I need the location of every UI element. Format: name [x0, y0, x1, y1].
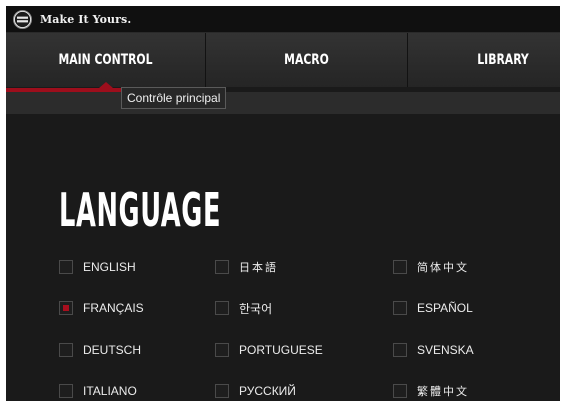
checkbox-espanol[interactable]	[393, 301, 407, 315]
sub-header-bar	[6, 92, 560, 114]
app-title: Make It Yours.	[40, 12, 132, 26]
checkbox-simplified-chinese[interactable]	[393, 260, 407, 274]
language-option-russian[interactable]: РУССКИЙ	[215, 382, 296, 400]
checkbox-italiano[interactable]	[59, 384, 73, 398]
logo-mark	[14, 11, 31, 27]
language-label: SVENSKA	[417, 343, 474, 357]
checkbox-deutsch[interactable]	[59, 343, 73, 357]
checkbox-francais[interactable]	[59, 301, 73, 315]
language-label: 한국어	[239, 301, 273, 316]
language-label: ENGLISH	[83, 260, 136, 274]
title-bar: Make It Yours.	[6, 6, 560, 33]
language-heading: LANGUAGE	[59, 183, 222, 237]
language-label: ITALIANO	[83, 384, 137, 398]
language-label: 简体中文	[417, 262, 469, 274]
checkbox-english[interactable]	[59, 260, 73, 274]
checkbox-svenska[interactable]	[393, 343, 407, 357]
language-option-francais[interactable]: FRANÇAIS	[59, 299, 144, 317]
app-window: Make It Yours. MAIN CONTROL MACRO LIBRAR…	[6, 6, 560, 401]
language-option-traditional-chinese[interactable]: 繁體中文	[393, 382, 469, 400]
language-option-korean[interactable]: 한국어	[215, 299, 272, 317]
tab-library-label: LIBRARY	[477, 52, 529, 68]
language-option-espanol[interactable]: ESPAÑOL	[393, 299, 473, 317]
checkbox-japanese[interactable]	[215, 260, 229, 274]
cooler-master-logo-icon	[13, 9, 32, 29]
language-option-english[interactable]: ENGLISH	[59, 258, 136, 276]
language-label: 日本語	[239, 262, 278, 274]
language-option-portuguese[interactable]: PORTUGUESE	[215, 341, 323, 359]
language-label: 繁體中文	[417, 386, 469, 398]
language-option-italiano[interactable]: ITALIANO	[59, 382, 137, 400]
checkbox-korean[interactable]	[215, 301, 229, 315]
language-label: FRANÇAIS	[83, 301, 144, 315]
language-option-deutsch[interactable]: DEUTSCH	[59, 341, 141, 359]
language-label: PORTUGUESE	[239, 343, 323, 357]
checkbox-portuguese[interactable]	[215, 343, 229, 357]
language-label: DEUTSCH	[83, 343, 142, 357]
tab-macro-label: MACRO	[284, 52, 329, 68]
tab-macro[interactable]: MACRO	[206, 33, 408, 87]
checkbox-traditional-chinese[interactable]	[393, 384, 407, 398]
language-label: ESPAÑOL	[417, 301, 473, 315]
checkbox-russian[interactable]	[215, 384, 229, 398]
tab-bar: MAIN CONTROL MACRO LIBRARY	[6, 33, 560, 87]
tab-main-control-label: MAIN CONTROL	[58, 52, 153, 68]
tab-tooltip: Contrôle principal	[121, 87, 227, 109]
language-option-svenska[interactable]: SVENSKA	[393, 341, 474, 359]
tab-library[interactable]: LIBRARY	[408, 33, 560, 87]
tab-main-control[interactable]: MAIN CONTROL	[6, 33, 206, 87]
language-option-simplified-chinese[interactable]: 简体中文	[393, 258, 469, 276]
language-option-japanese[interactable]: 日本語	[215, 258, 278, 276]
language-label: РУССКИЙ	[239, 384, 296, 398]
